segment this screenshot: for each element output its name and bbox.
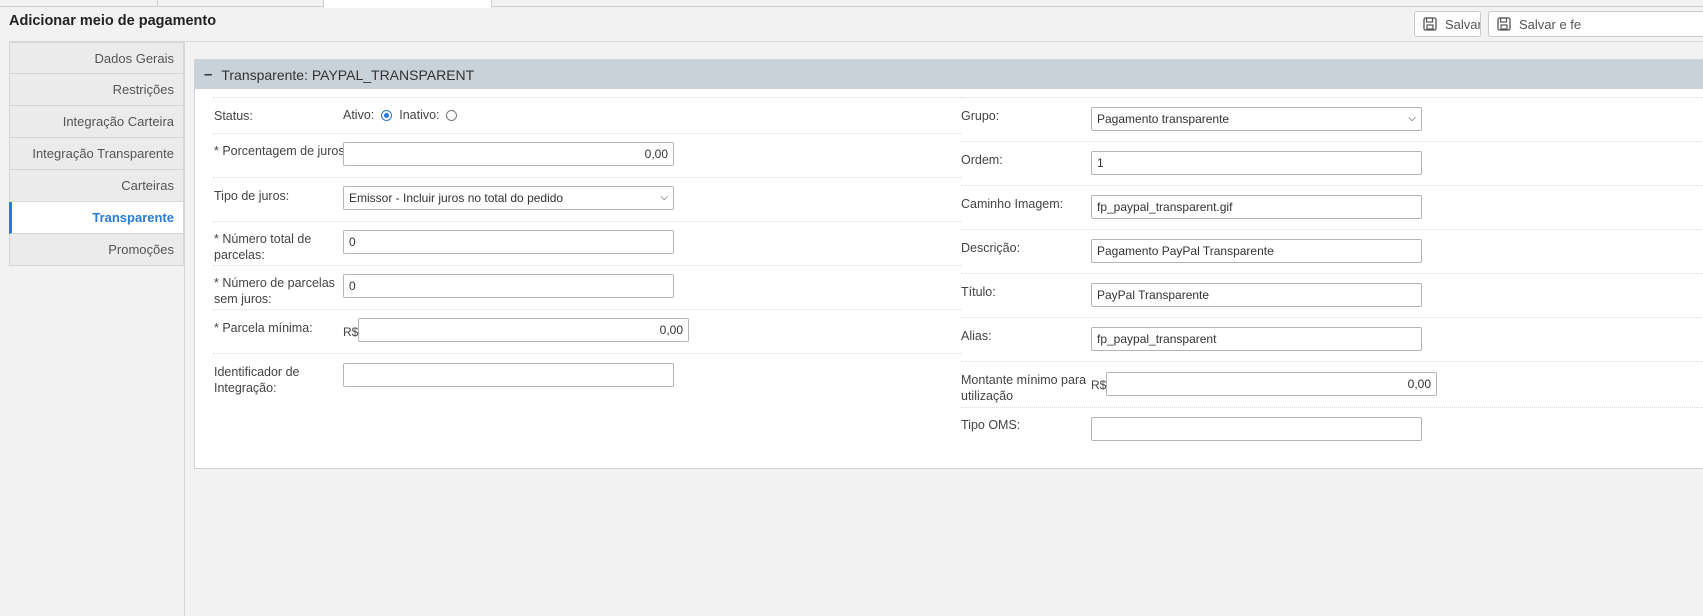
transparent-panel: – Transparente: PAYPAL_TRANSPARENT Statu… [194, 59, 1703, 469]
save-and-close-label: Salvar e fe [1519, 16, 1582, 32]
parcela-minima-currency: R$ [343, 325, 359, 339]
titulo-label: Título: [961, 285, 996, 299]
ordem-input[interactable]: 1 [1091, 151, 1422, 175]
page-title: Adicionar meio de pagamento [9, 13, 217, 29]
save-button[interactable]: Salvar [1414, 11, 1481, 37]
grupo-select[interactable]: Pagamento transparente ⌵ [1091, 107, 1422, 131]
status-row [213, 97, 961, 133]
identificador-label-line1: Identificador de [214, 365, 300, 379]
num-parcelas-sem-juros-label-line1: * Número de parcelas [214, 276, 335, 290]
identificador-input[interactable] [343, 363, 674, 387]
status-inativo-label: Inativo: [399, 108, 440, 122]
top-tab-active[interactable] [323, 0, 492, 8]
num-parcelas-input[interactable]: 0 [343, 230, 674, 254]
montante-label-line1: Montante mínimo para [961, 373, 1087, 387]
sidebar-item-promocoes[interactable]: Promoções [9, 234, 184, 266]
juros-pct-input[interactable]: 0,00 [343, 142, 674, 166]
header-divider [9, 41, 1703, 42]
save-icon [1423, 17, 1437, 31]
sidebar-item-integracao-transparente[interactable]: Integração Transparente [9, 138, 184, 170]
status-ativo-label: Ativo: [343, 108, 375, 122]
status-inativo-radio[interactable] [446, 110, 458, 121]
num-parcelas-label-line1: * Número total de [214, 232, 312, 246]
grupo-value: Pagamento transparente [1097, 112, 1230, 126]
caminho-input[interactable]: fp_paypal_transparent.gif [1091, 195, 1422, 219]
num-parcelas-sem-juros-input[interactable]: 0 [343, 274, 674, 298]
num-parcelas-label-line2: parcelas: [214, 248, 265, 262]
montante-label: Montante mínimo para utilização [961, 372, 1086, 404]
status-label: Status: [214, 109, 253, 123]
status-radio-group: Ativo: Inativo: [343, 108, 458, 122]
sidebar-item-label: Carteiras [121, 178, 174, 193]
titulo-input[interactable]: PayPal Transparente [1091, 283, 1422, 307]
parcela-minima-label: * Parcela mínima: [214, 321, 313, 335]
num-parcelas-label: * Número total de parcelas: [214, 231, 311, 263]
alias-label: Alias: [961, 329, 992, 343]
sidebar-divider [184, 42, 185, 616]
sidebar-item-label: Promoções [108, 242, 174, 257]
montante-label-line2: utilização [961, 389, 1014, 403]
sidebar-item-label: Integração Transparente [32, 146, 174, 161]
tipo-juros-label: Tipo de juros: [214, 189, 290, 203]
montante-currency: R$ [1091, 378, 1107, 392]
grupo-label: Grupo: [961, 109, 1000, 123]
panel-header[interactable]: – Transparente: PAYPAL_TRANSPARENT [195, 60, 1703, 89]
save-button-label: Salvar [1445, 16, 1481, 32]
tipo-oms-input[interactable] [1091, 417, 1422, 441]
status-ativo-radio[interactable] [380, 110, 392, 121]
sidebar-item-label: Restrições [112, 82, 174, 97]
collapse-icon[interactable]: – [204, 66, 212, 83]
descricao-label: Descrição: [961, 241, 1021, 255]
sidebar-item-carteiras[interactable]: Carteiras [9, 170, 184, 202]
descricao-input[interactable]: Pagamento PayPal Transparente [1091, 239, 1422, 263]
ordem-label: Ordem: [961, 153, 1003, 167]
num-parcelas-sem-juros-label-line2: sem juros: [214, 292, 272, 306]
montante-input[interactable]: 0,00 [1106, 372, 1437, 396]
alias-input[interactable]: fp_paypal_transparent [1091, 327, 1422, 351]
identificador-label: Identificador de Integração: [214, 364, 299, 396]
top-tab[interactable] [157, 0, 325, 6]
chevron-down-icon: ⌵ [1408, 113, 1416, 124]
chevron-down-icon: ⌵ [660, 192, 668, 203]
sidebar-item-label: Transparente [92, 210, 174, 225]
save-and-close-button[interactable]: Salvar e fe [1488, 11, 1703, 37]
caminho-label: Caminho Imagem: [961, 197, 1064, 211]
sidebar-item-dados-gerais[interactable]: Dados Gerais [9, 42, 184, 74]
identificador-label-line2: Integração: [214, 381, 277, 395]
sidebar-item-integracao-carteira[interactable]: Integração Carteira [9, 106, 184, 138]
num-parcelas-sem-juros-label: * Número de parcelas sem juros: [214, 275, 335, 307]
sidebar-item-label: Integração Carteira [62, 114, 174, 129]
tipo-juros-select[interactable]: Emissor - Incluir juros no total do pedi… [343, 186, 674, 210]
save-icon [1497, 17, 1511, 31]
tipo-juros-value: Emissor - Incluir juros no total do pedi… [349, 191, 564, 205]
sidebar-item-restricoes[interactable]: Restrições [9, 74, 184, 106]
parcela-minima-input[interactable]: 0,00 [358, 318, 689, 342]
panel-title: Transparente: PAYPAL_TRANSPARENT [221, 66, 475, 83]
sidebar-item-label: Dados Gerais [94, 50, 174, 66]
juros-pct-label: * Porcentagem de juros: [214, 144, 349, 158]
sidebar-item-transparente[interactable]: Transparente [9, 202, 184, 234]
sidebar: Dados Gerais Restrições Integração Carte… [9, 42, 184, 266]
tipo-oms-label: Tipo OMS: [961, 418, 1021, 432]
